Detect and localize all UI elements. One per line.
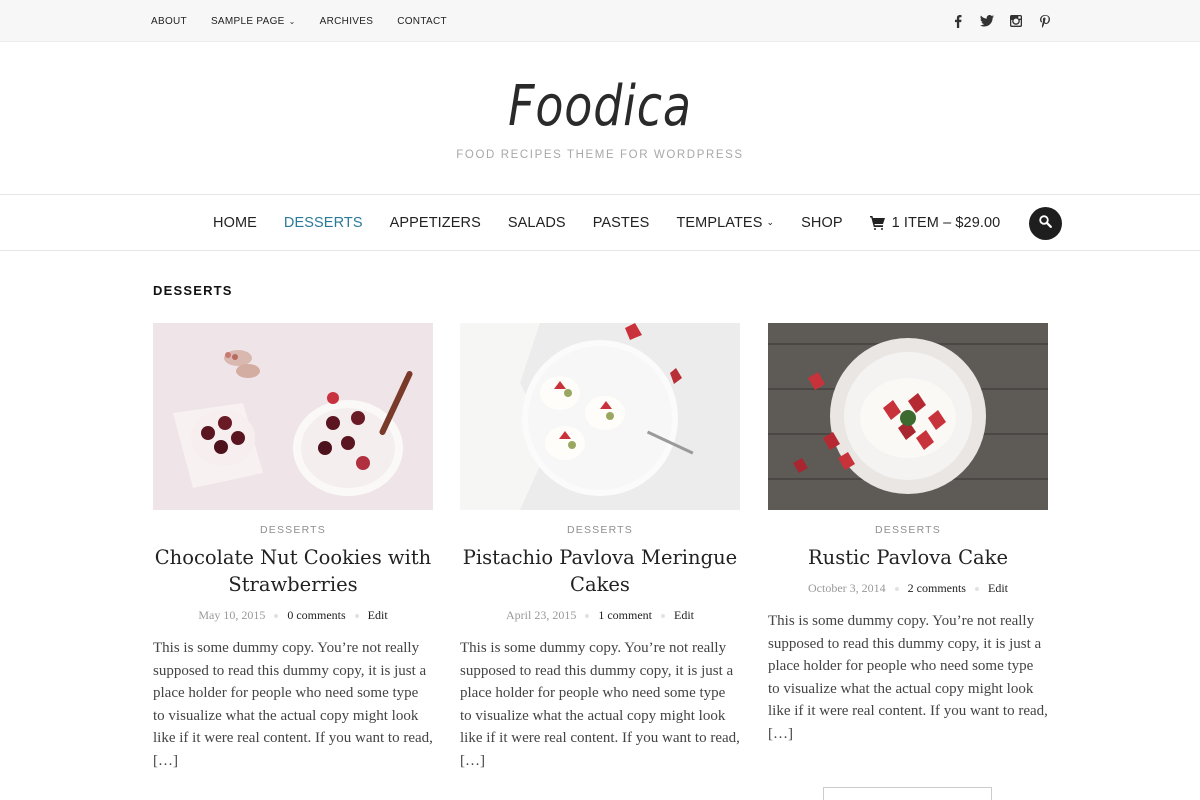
- post-comments-link[interactable]: 2 comments: [908, 581, 966, 596]
- post-edit-link[interactable]: Edit: [674, 608, 694, 623]
- post-category[interactable]: DESSERTS: [153, 524, 433, 536]
- menu-item-salads[interactable]: SALADS: [508, 215, 566, 231]
- post-excerpt: This is some dummy copy. You’re not real…: [460, 640, 740, 769]
- topnav-archives-link[interactable]: ARCHIVES: [320, 16, 374, 27]
- post-meta: October 3, 2014 2 comments Edit: [768, 581, 1048, 596]
- site-logo[interactable]: Foodica: [508, 70, 692, 144]
- meta-separator: [274, 613, 279, 618]
- post-thumbnail[interactable]: [153, 323, 433, 510]
- twitter-icon[interactable]: [978, 15, 996, 27]
- post-title[interactable]: Pistachio Pavlova Meringue Cakes: [460, 544, 740, 598]
- chevron-down-icon: ⌄: [288, 16, 296, 26]
- site-tagline: FOOD RECIPES THEME FOR WORDPRESS: [456, 149, 744, 161]
- post-edit-link[interactable]: Edit: [368, 608, 388, 623]
- post-title[interactable]: Rustic Pavlova Cake: [768, 544, 1048, 571]
- search-button[interactable]: [1029, 207, 1062, 240]
- topnav-about-link[interactable]: ABOUT: [151, 16, 187, 27]
- post-excerpt: This is some dummy copy. You’re not real…: [153, 640, 433, 769]
- top-bar: ABOUT SAMPLE PAGE ⌄ ARCHIVES CONTACT: [0, 0, 1200, 42]
- menu-item-desserts[interactable]: DESSERTS: [284, 215, 363, 231]
- menu-item-pastes[interactable]: PASTES: [593, 215, 650, 231]
- post-thumbnail[interactable]: [768, 323, 1048, 510]
- menu-item-home[interactable]: HOME: [213, 215, 257, 231]
- meta-separator: [974, 586, 979, 591]
- post-edit-link[interactable]: Edit: [988, 581, 1008, 596]
- load-more-button[interactable]: [823, 787, 992, 800]
- pinterest-icon[interactable]: [1036, 14, 1054, 28]
- topnav-sample-page-link[interactable]: SAMPLE PAGE ⌄: [211, 16, 296, 27]
- search-icon: [1039, 214, 1052, 233]
- facebook-icon[interactable]: [949, 14, 967, 28]
- post-card: DESSERTS Pistachio Pavlova Meringue Cake…: [460, 323, 740, 773]
- post-meta: April 23, 2015 1 comment Edit: [460, 608, 740, 623]
- meta-separator: [894, 586, 899, 591]
- meta-separator: [354, 613, 359, 618]
- post-thumbnail[interactable]: [460, 323, 740, 510]
- post-comments-link[interactable]: 0 comments: [287, 608, 345, 623]
- post-date: May 10, 2015: [198, 608, 266, 622]
- post-category[interactable]: DESSERTS: [460, 524, 740, 536]
- social-links: [938, 0, 1054, 42]
- top-navigation: ABOUT SAMPLE PAGE ⌄ ARCHIVES CONTACT: [151, 0, 471, 42]
- post-card: DESSERTS Chocolate Nut Cookies with Stra…: [153, 323, 433, 773]
- meta-separator: [585, 613, 590, 618]
- menu-item-shop[interactable]: SHOP: [801, 215, 843, 231]
- menu-item-appetizers[interactable]: APPETIZERS: [390, 215, 481, 231]
- post-date: April 23, 2015: [506, 608, 577, 622]
- archive-title: DESSERTS: [153, 283, 233, 298]
- menu-item-cart[interactable]: 1 ITEM – $29.00: [869, 215, 1001, 231]
- post-title[interactable]: Chocolate Nut Cookies with Strawberries: [153, 544, 433, 598]
- post-category[interactable]: DESSERTS: [768, 524, 1048, 536]
- chevron-down-icon: ⌄: [766, 217, 775, 227]
- cart-icon: [869, 215, 885, 230]
- post-card: DESSERTS Rustic Pavlova Cake October 3, …: [768, 323, 1048, 746]
- post-meta: May 10, 2015 0 comments Edit: [153, 608, 433, 623]
- menu-item-templates[interactable]: TEMPLATES ⌄: [676, 215, 774, 231]
- topnav-contact-link[interactable]: CONTACT: [397, 16, 447, 27]
- post-date: October 3, 2014: [808, 581, 886, 595]
- post-comments-link[interactable]: 1 comment: [598, 608, 652, 623]
- meta-separator: [661, 613, 665, 618]
- instagram-icon[interactable]: [1007, 15, 1025, 27]
- main-navigation: HOME DESSERTS APPETIZERS SALADS PASTES T…: [0, 194, 1200, 251]
- post-excerpt: This is some dummy copy. You’re not real…: [768, 613, 1048, 742]
- main-menu: HOME DESSERTS APPETIZERS SALADS PASTES T…: [213, 195, 1027, 250]
- site-branding: Foodica: [0, 70, 1200, 144]
